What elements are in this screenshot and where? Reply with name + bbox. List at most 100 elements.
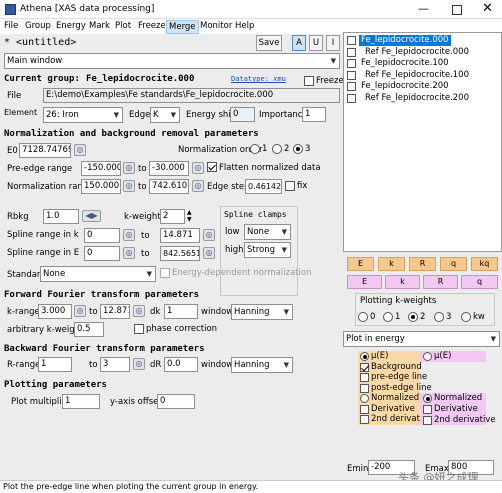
mode-u-button[interactable]: U [309,35,323,51]
energy-pre-edge-line-checkbox[interactable] [360,373,369,382]
r-range-to-input[interactable]: 3 [100,357,130,372]
group-mark-checkbox[interactable] [347,93,356,103]
energy-normalized-radio[interactable] [360,394,369,403]
e0-input[interactable]: 7128.74769 [19,143,71,158]
importance-input[interactable]: 1 [302,107,326,122]
dr-input[interactable]: 0.0 [164,357,198,372]
pluck-icon[interactable]: ◎ [192,162,204,174]
group-list[interactable]: Fe_lepidocrocite.000 Ref Fe_lepidocrocite… [343,32,502,252]
group-mark-checkbox[interactable] [347,82,356,91]
norm-range-to-input[interactable]: 742.610 [149,179,189,194]
menu-file[interactable]: File [4,21,18,31]
plot-in-select[interactable]: Plot in energy ▼ [343,331,500,347]
spline-e-to-input[interactable]: 842.56516 [160,246,200,261]
kweight-3-radio[interactable] [434,312,444,322]
rbkg-input[interactable]: 1.0 [43,209,79,224]
plot-marked-k-button[interactable]: k [385,275,420,289]
energy-mu-radio[interactable] [360,352,369,361]
pluck-icon[interactable]: ◎ [74,305,86,317]
plot-multiplier-input[interactable]: 1 [62,394,100,409]
norm-order-2-radio[interactable] [272,144,282,154]
spin-arrows-icon[interactable]: ▲ ▼ [187,209,192,223]
plot-r-button[interactable]: R [409,257,436,271]
main-window-select[interactable]: Main window ▼ [4,53,340,69]
norm-range-from-input[interactable]: 150.000 [81,179,121,194]
phase-correction-checkbox[interactable] [134,324,144,334]
spline-e-from-input[interactable]: 0 [84,246,120,261]
arbitrary-k-weight-input[interactable]: 0.5 [74,322,104,337]
menu-group[interactable]: Group [25,21,51,31]
element-select[interactable]: 26: Iron ▼ [43,107,123,123]
pre-edge-to-input[interactable]: -30.000 [149,161,189,176]
spline-k-from-input[interactable]: 0 [84,228,120,243]
plot-e-button[interactable]: E [347,257,374,271]
plot-k-button[interactable]: k [378,257,405,271]
standard-select[interactable]: None ▼ [40,266,156,282]
marked-normalized-radio[interactable] [423,394,432,403]
norm-order-3-radio[interactable] [293,144,303,154]
kweight-0-radio[interactable] [358,312,368,322]
menu-plot[interactable]: Plot [115,21,131,31]
kweight-kw-radio[interactable] [461,312,471,322]
low-clamp-select[interactable]: None ▼ [244,224,291,240]
maximize-icon[interactable] [452,5,462,15]
fix-checkbox[interactable] [285,181,295,191]
marked-derivative-checkbox[interactable] [423,405,432,414]
group-list-item[interactable]: Ref Fe_lepidocrocite.200 [345,93,502,104]
group-mark-checkbox[interactable] [347,36,356,45]
pluck-icon[interactable]: ◎ [203,247,215,259]
marked-2nd-derivative-checkbox[interactable] [423,416,432,425]
plot-kq-button[interactable]: kq [471,257,498,271]
plot-marked-e-button[interactable]: E [347,275,382,289]
marked-mu-radio[interactable] [423,352,432,361]
plot-marked-r-button[interactable]: R [423,275,458,289]
kweight-1-radio[interactable] [383,312,393,322]
pluck-icon[interactable]: ◎ [133,305,145,317]
pluck-icon[interactable]: ◎ [123,247,135,259]
bft-window-select[interactable]: Hanning ▼ [231,357,293,373]
plot-marked-q-button[interactable]: q [461,275,498,289]
menu-help[interactable]: Help [235,21,254,31]
energy-post-edge-line-checkbox[interactable] [360,383,369,393]
energy-derivative-checkbox[interactable] [360,404,369,414]
high-clamp-select[interactable]: Strong ▼ [244,242,291,258]
spline-k-to-input[interactable]: 14.871 [160,228,200,243]
k-range-from-input[interactable]: 3.000 [38,304,72,319]
pluck-icon[interactable]: ◎ [203,229,215,241]
k-range-to-input[interactable]: 12.871 [100,304,130,319]
fft-window-select[interactable]: Hanning ▼ [231,304,293,320]
r-range-from-input[interactable]: 1 [38,357,72,372]
group-mark-checkbox[interactable] [347,59,356,68]
flatten-checkbox[interactable] [207,162,217,172]
mode-i-button[interactable]: I [326,35,340,51]
group-mark-checkbox[interactable] [347,47,356,57]
group-mark-checkbox[interactable] [347,70,356,80]
edge-select[interactable]: K ▼ [150,107,180,123]
energy-dependent-norm-checkbox[interactable] [160,268,170,278]
k-weight-input[interactable]: 2 [160,209,185,224]
group-list-item[interactable]: Ref Fe_lepidocrocite.100 [345,70,502,81]
y-offset-input[interactable]: 0 [157,394,195,409]
pluck-icon[interactable]: ◎ [123,162,135,174]
group-list-item[interactable]: Fe_lepidocrocite.100 [345,58,502,69]
menu-mark[interactable]: Mark [89,21,110,31]
freeze-checkbox[interactable] [304,76,314,86]
close-icon[interactable]: ✕ [482,1,493,16]
pluck-icon[interactable]: ◎ [74,144,86,156]
energy-2nd-derivative-checkbox[interactable] [360,415,369,424]
group-list-item[interactable]: Ref Fe_lepidocrocite.000 [345,47,502,58]
menu-freeze[interactable]: Freeze [138,21,166,31]
pluck-icon[interactable]: ◎ [192,180,204,192]
group-list-item[interactable]: Fe_lepidocrocite.000 [345,35,502,46]
save-button[interactable]: Save [256,35,282,51]
minimize-icon[interactable]: — [418,2,429,15]
pluck-icon[interactable]: ◎ [123,229,135,241]
energy-shift-input[interactable]: 0 [230,107,255,122]
dk-input[interactable]: 1 [164,304,198,319]
group-list-item[interactable]: Fe_lepidocrocite.200 [345,81,502,92]
datatype-link[interactable]: Datatype: xmu [231,75,286,83]
pluck-icon[interactable]: ◎ [133,358,145,370]
menu-monitor[interactable]: Monitor [200,21,232,31]
mode-a-button[interactable]: A [292,35,306,51]
kweight-2-radio[interactable] [408,312,418,322]
